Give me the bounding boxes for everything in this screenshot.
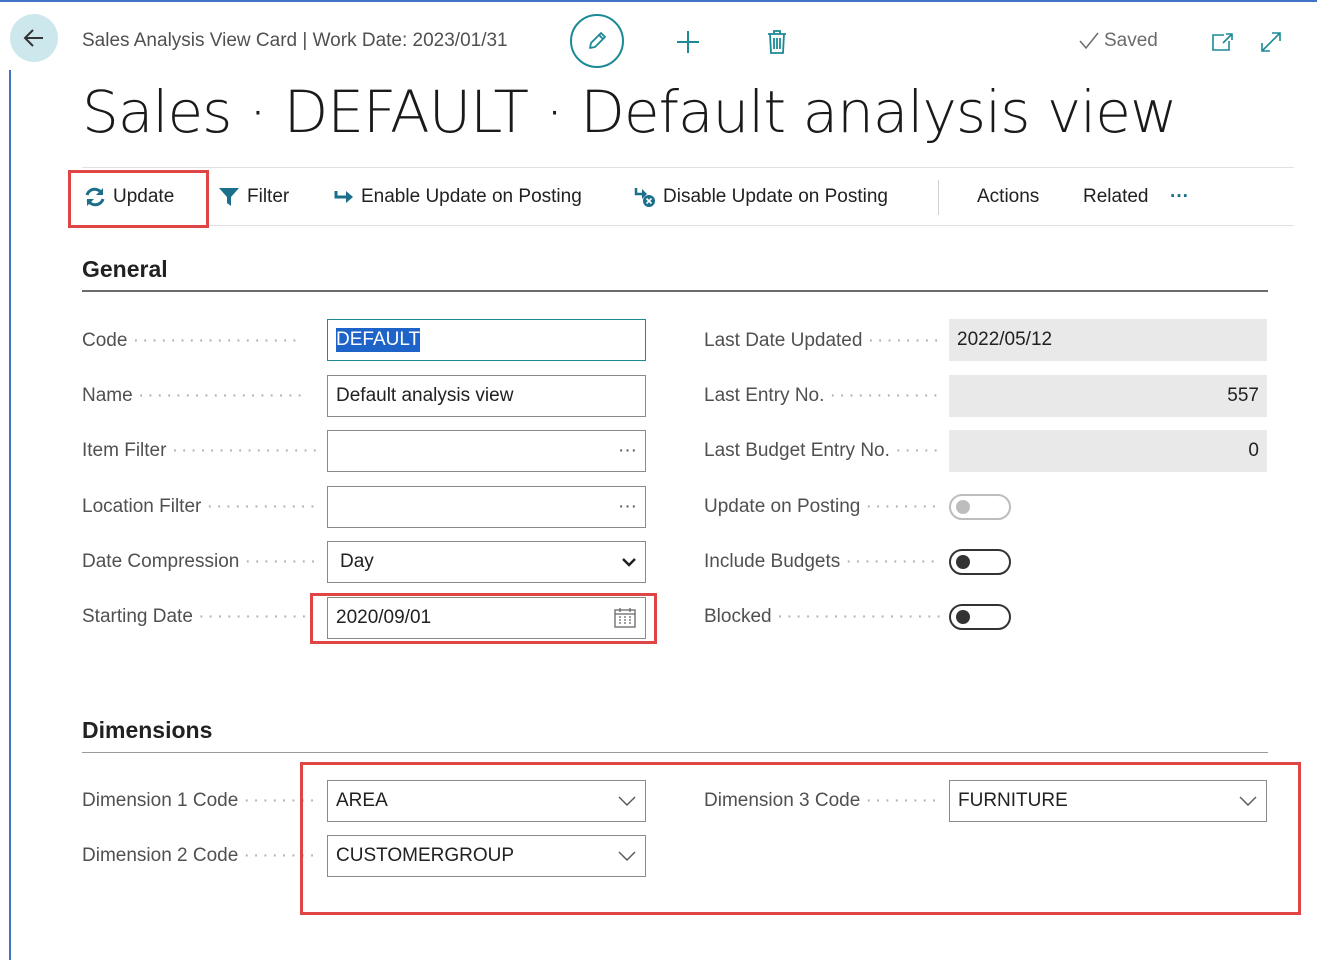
page-caption: Sales Analysis View Card | Work Date: 20…	[82, 30, 508, 51]
date-compression-select[interactable]: Day	[327, 541, 646, 583]
actions-menu[interactable]: Actions	[977, 186, 1039, 208]
last-entry-no-label: Last Entry No. ··················	[704, 385, 940, 406]
name-input[interactable]: Default analysis view	[327, 375, 646, 417]
code-label: Code ··················	[82, 330, 301, 351]
last-date-updated-value: 2022/05/12	[957, 329, 1053, 350]
disable-update-on-posting-action[interactable]: Disable Update on Posting	[634, 186, 888, 208]
open-new-window-icon	[1212, 33, 1233, 51]
edit-button[interactable]	[570, 14, 624, 68]
dimension-2-code-value: CUSTOMERGROUP	[336, 845, 515, 866]
arrow-right-icon	[334, 191, 353, 203]
dimension-2-code-select[interactable]: CUSTOMERGROUP	[327, 835, 646, 877]
disable-update-on-posting-label: Disable Update on Posting	[663, 186, 888, 207]
action-bar-divider-top	[82, 167, 1294, 168]
location-filter-assist-button[interactable]: ···	[618, 496, 637, 518]
last-budget-entry-no-label: Last Budget Entry No. ··················	[704, 440, 940, 461]
new-button[interactable]	[672, 26, 704, 58]
open-new-window-button[interactable]	[1208, 28, 1238, 56]
general-section-title: General	[82, 256, 168, 282]
code-value: DEFAULT	[336, 328, 421, 352]
dimensions-section-title: Dimensions	[82, 717, 213, 743]
more-options-icon: ···	[1170, 186, 1189, 207]
arrow-cancel-icon	[634, 188, 655, 207]
trash-icon	[768, 30, 786, 54]
chevron-down-icon	[622, 558, 636, 567]
save-status-label: Saved	[1104, 30, 1158, 51]
dimension-3-code-label: Dimension 3 Code ··················	[704, 790, 940, 811]
filter-action-label: Filter	[247, 186, 290, 207]
last-entry-no-value: 557	[1227, 385, 1259, 406]
last-entry-no-field: 557	[949, 375, 1267, 417]
pencil-icon	[589, 32, 606, 49]
delete-button[interactable]	[762, 26, 792, 58]
arrow-left-icon	[23, 29, 43, 47]
page-title: Sales · DEFAULT · Default analysis view	[82, 78, 1177, 146]
update-action-label: Update	[113, 186, 175, 207]
window-left-border	[9, 70, 11, 960]
dimensions-section-line	[82, 752, 1268, 753]
checkmark-icon	[1079, 32, 1099, 50]
window-top-border	[0, 0, 1317, 2]
blocked-toggle[interactable]	[949, 604, 1011, 630]
blocked-label: Blocked ··················	[704, 606, 940, 627]
refresh-icon	[85, 187, 105, 207]
general-section-line	[82, 290, 1268, 292]
starting-date-label: Starting Date ··················	[82, 606, 308, 627]
dimension-1-code-value: AREA	[336, 790, 388, 811]
action-bar-divider-bottom	[82, 225, 1294, 226]
chevron-down-icon	[1239, 796, 1257, 806]
filter-icon	[219, 188, 239, 206]
location-filter-label: Location Filter ··················	[82, 496, 318, 517]
item-filter-label: Item Filter ··················	[82, 440, 318, 461]
back-button[interactable]	[10, 14, 58, 62]
plus-icon	[677, 31, 699, 53]
save-status: Saved	[1078, 30, 1158, 52]
dimension-1-code-label: Dimension 1 Code ··················	[82, 790, 318, 811]
last-date-updated-field: 2022/05/12	[949, 319, 1267, 361]
last-date-updated-label: Last Date Updated ··················	[704, 330, 940, 351]
starting-date-value: 2020/09/01	[336, 607, 432, 628]
code-input[interactable]: DEFAULT	[327, 319, 646, 361]
include-budgets-toggle[interactable]	[949, 549, 1011, 575]
related-menu[interactable]: Related	[1083, 186, 1149, 208]
dimension-1-code-select[interactable]: AREA	[327, 780, 646, 822]
update-on-posting-label: Update on Posting ··················	[704, 496, 940, 517]
last-budget-entry-no-value: 0	[1248, 440, 1259, 461]
update-on-posting-toggle[interactable]	[949, 494, 1011, 520]
update-action[interactable]: Update	[84, 186, 174, 208]
location-filter-input[interactable]: ···	[327, 486, 646, 528]
more-options-button[interactable]: ···	[1170, 186, 1189, 208]
actions-menu-label: Actions	[977, 186, 1040, 207]
last-budget-entry-no-field: 0	[949, 430, 1267, 472]
name-value: Default analysis view	[336, 385, 514, 406]
expand-button[interactable]	[1256, 28, 1286, 56]
item-filter-assist-button[interactable]: ···	[618, 440, 637, 462]
date-compression-value: Day	[340, 551, 374, 572]
enable-update-on-posting-action[interactable]: Enable Update on Posting	[334, 186, 582, 208]
chevron-down-icon	[618, 851, 636, 861]
expand-icon	[1261, 32, 1281, 52]
calendar-icon[interactable]	[613, 607, 637, 629]
dimension-3-code-select[interactable]: FURNITURE	[949, 780, 1267, 822]
item-filter-input[interactable]: ···	[327, 430, 646, 472]
action-bar-separator	[938, 180, 939, 215]
dimension-3-code-value: FURNITURE	[958, 790, 1068, 811]
related-menu-label: Related	[1083, 186, 1149, 207]
dimension-2-code-label: Dimension 2 Code ··················	[82, 845, 318, 866]
include-budgets-label: Include Budgets ··················	[704, 551, 940, 572]
enable-update-on-posting-label: Enable Update on Posting	[361, 186, 582, 207]
chevron-down-icon	[618, 796, 636, 806]
filter-action[interactable]: Filter	[218, 186, 289, 208]
name-label: Name ··················	[82, 385, 306, 406]
starting-date-input[interactable]: 2020/09/01	[327, 597, 646, 639]
date-compression-label: Date Compression ··················	[82, 551, 318, 572]
